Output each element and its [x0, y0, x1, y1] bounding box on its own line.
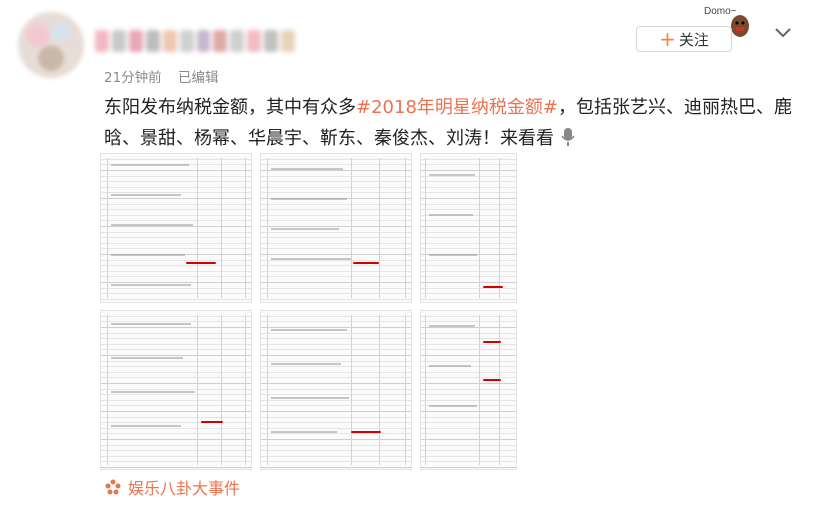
follow-label: 关注 [678, 30, 709, 49]
image-thumbnail[interactable] [260, 310, 412, 470]
post-content: 东阳发布纳税金额，其中有众多#2018年明星纳税金额#，包括张艺兴、迪丽热巴、鹿… [104, 92, 804, 154]
edited-label: 已编辑 [177, 70, 219, 86]
image-grid [100, 153, 517, 470]
post-meta: 21分钟前 已编辑 [104, 66, 230, 86]
avatar[interactable] [18, 12, 84, 78]
microphone-icon [561, 128, 575, 146]
post-time[interactable]: 21分钟前 [104, 70, 162, 86]
chevron-down-icon[interactable] [771, 20, 795, 44]
follow-button[interactable]: + 关注 [636, 26, 732, 52]
plus-icon: + [659, 27, 676, 51]
flower-icon [105, 479, 121, 495]
source-link[interactable]: 娱乐八卦大事件 [104, 475, 240, 499]
mascot-text: Domo~ [704, 6, 737, 17]
image-thumbnail[interactable] [420, 310, 517, 470]
source-name: 娱乐八卦大事件 [128, 479, 241, 498]
post-text-before: 东阳发布纳税金额，其中有众多 [104, 97, 356, 118]
image-thumbnail[interactable] [420, 153, 517, 303]
username-blurred[interactable] [95, 30, 296, 52]
topic-link[interactable]: #2018年明星纳税金额# [356, 97, 558, 118]
image-thumbnail[interactable] [100, 310, 252, 470]
image-thumbnail[interactable] [100, 153, 252, 303]
image-thumbnail[interactable] [260, 153, 412, 303]
